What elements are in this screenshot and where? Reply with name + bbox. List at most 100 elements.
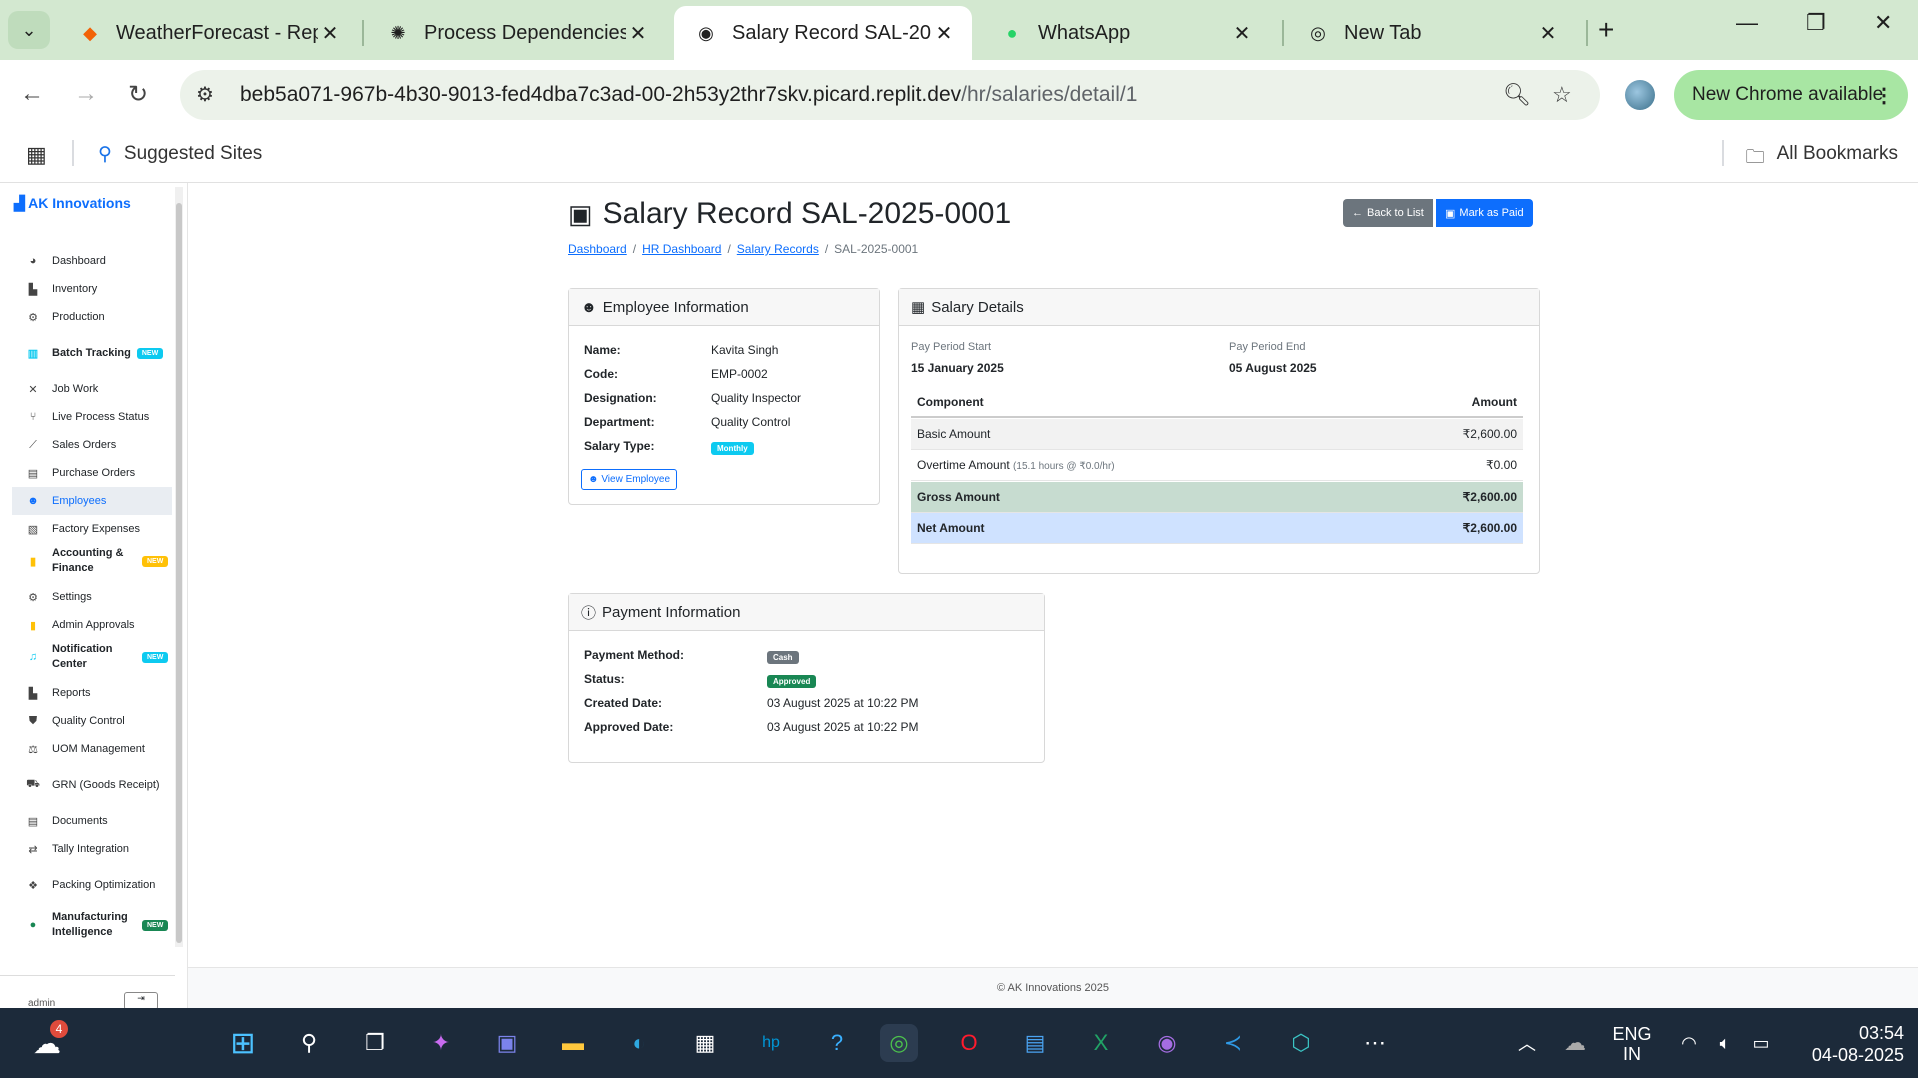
task-view-icon[interactable]: ❐ [356, 1024, 394, 1062]
site-info-icon[interactable]: ⚙ [196, 82, 214, 107]
address-bar[interactable]: ⚙ beb5a071-967b-4b30-9013-fed4dba7c3ad-0… [180, 70, 1600, 120]
breadcrumb-dashboard[interactable]: Dashboard [568, 242, 627, 256]
designation-label: Designation: [584, 391, 657, 405]
github-icon[interactable]: ◉ [1148, 1024, 1186, 1062]
sidebar-item-uom[interactable]: ⚖ UOM Management [12, 735, 172, 763]
teams-icon[interactable]: ▣ [488, 1024, 526, 1062]
store-icon[interactable]: ▦ [686, 1024, 724, 1062]
sidebar-item-inventory[interactable]: ▙ Inventory [12, 275, 172, 303]
tab-process[interactable]: ✺ Process Dependencies O ✕ [366, 6, 666, 60]
sidebar-item-grn[interactable]: ⛟ GRN (Goods Receipt) [12, 771, 172, 799]
approved-label: Approved Date: [584, 720, 674, 734]
breadcrumb-salary-records[interactable]: Salary Records [737, 242, 819, 256]
view-employee-button[interactable]: ☻ View Employee [581, 469, 678, 490]
vscode-icon[interactable]: ≺ [1214, 1024, 1252, 1062]
volume-icon[interactable]: 🔈︎ [1706, 1024, 1744, 1062]
sidebar-item-documents[interactable]: ▤ Documents [12, 807, 172, 835]
sidebar-item-reports[interactable]: ▙ Reports [12, 679, 172, 707]
file-explorer-icon[interactable]: ▬ [554, 1024, 592, 1062]
sidebar-item-accounting[interactable]: ▮ Accounting & Finance NEW [12, 543, 172, 579]
sidebar-item-job-work[interactable]: ✕ Job Work [12, 375, 172, 403]
chrome-icon[interactable]: ◎ [880, 1024, 918, 1062]
edge-icon[interactable]: ◐ [620, 1024, 658, 1062]
nav-label: Batch Tracking [52, 347, 131, 359]
nav-label: UOM Management [52, 743, 145, 755]
card-header: ⓘ Payment Information [569, 594, 1044, 631]
battery-icon[interactable]: ▭ [1742, 1024, 1780, 1062]
restore-button[interactable]: ❐ [1806, 10, 1826, 36]
app-icon[interactable]: ⬡ [1282, 1024, 1320, 1062]
opera-icon[interactable]: O [950, 1024, 988, 1062]
tab-search-button[interactable]: ⌄ [8, 11, 50, 49]
sidebar-item-factory-expenses[interactable]: ▧ Factory Expenses [12, 515, 172, 543]
wifi-icon[interactable]: ◠ [1670, 1024, 1708, 1062]
sidebar-item-quality-control[interactable]: ⛊ Quality Control [12, 707, 172, 735]
windows-start-icon[interactable]: ⊞ [224, 1024, 262, 1062]
chevron-up-icon[interactable]: ︿ [1508, 1024, 1546, 1062]
close-icon[interactable]: ✕ [1536, 21, 1560, 46]
sidebar-item-employees[interactable]: ☻ Employees [12, 487, 172, 515]
table-row: Overtime Amount (15.1 hours @ ₹0.0/hr) ₹… [911, 450, 1523, 481]
brand[interactable]: ▟ AK Innovations [14, 195, 131, 212]
apps-grid-icon[interactable]: ▦ [26, 142, 47, 168]
profile-avatar[interactable] [1625, 80, 1655, 110]
sidebar-item-live-process[interactable]: ⑂ Live Process Status [12, 403, 172, 431]
back-arrow-icon[interactable]: ← [20, 80, 44, 108]
mark-as-paid-button[interactable]: ▣ Mark as Paid [1436, 199, 1533, 227]
tab-salary-record[interactable]: ◉ Salary Record SAL-2025-0 ✕ [674, 6, 972, 60]
sidebar-item-manufacturing-intelligence[interactable]: ● Manufacturing Intelligence NEW [12, 907, 172, 943]
close-icon[interactable]: ✕ [318, 21, 342, 46]
sidebar-item-batch-tracking[interactable]: ▥ Batch Tracking NEW [12, 339, 172, 367]
close-icon[interactable]: ✕ [932, 21, 956, 46]
notepad-icon[interactable]: ▤ [1016, 1024, 1054, 1062]
help-icon[interactable]: ? [818, 1024, 856, 1062]
update-chrome-button[interactable]: New Chrome available ⋮ [1674, 70, 1908, 120]
back-to-list-button[interactable]: ← Back to List [1343, 199, 1433, 227]
palette-icon: ◕ [29, 255, 37, 267]
sidebar-item-dashboard[interactable]: ◕ Dashboard [12, 247, 172, 275]
language-indicator[interactable]: ENG IN [1604, 1024, 1660, 1064]
sidebar-item-purchase-orders[interactable]: ▤ Purchase Orders [12, 459, 172, 487]
tab-whatsapp[interactable]: ● WhatsApp ✕ [980, 6, 1270, 60]
all-bookmarks-button[interactable]: 🗀 All Bookmarks [1746, 143, 1898, 175]
nav-label: Sales Orders [52, 439, 117, 451]
tab-weather[interactable]: ◆ WeatherForecast - Replit ✕ [58, 6, 358, 60]
search-icon[interactable]: ⚲ [290, 1024, 328, 1062]
nav-label: Reports [52, 687, 91, 699]
copilot-icon[interactable]: ✦ [422, 1024, 460, 1062]
bookmarks-bar: ▦ ⚲ Suggested Sites 🗀 All Bookmarks [0, 130, 1918, 182]
sidebar-item-sales-orders[interactable]: ⟋ Sales Orders [12, 431, 172, 459]
payment-card: ⓘ Payment Information Payment Method: Cas… [568, 593, 1045, 763]
tab-new[interactable]: ◎ New Tab ✕ [1286, 6, 1576, 60]
clock[interactable]: 03:54 04-08-2025 [1796, 1022, 1904, 1066]
new-tab-button[interactable]: + [1598, 14, 1614, 46]
pay-end-label: Pay Period End [1229, 341, 1306, 353]
sidebar-item-packing[interactable]: ❖ Packing Optimization [12, 871, 172, 899]
more-apps-icon[interactable]: ⋯ [1356, 1024, 1394, 1062]
gears-icon: ⚙ [28, 311, 38, 324]
time: 03:54 [1858, 1023, 1904, 1043]
suggested-sites-bookmark[interactable]: ⚲ Suggested Sites [98, 143, 262, 166]
onedrive-icon[interactable]: ☁ [1556, 1024, 1594, 1062]
more-menu-icon[interactable]: ⋮ [1874, 83, 1894, 108]
close-icon[interactable]: ✕ [1230, 21, 1254, 46]
zoom-icon[interactable]: 🔍︎ [1503, 82, 1531, 108]
sidebar-item-production[interactable]: ⚙ Production [12, 303, 172, 331]
close-icon[interactable]: ✕ [626, 21, 650, 46]
excel-icon[interactable]: X [1082, 1024, 1120, 1062]
forward-arrow-icon[interactable]: → [74, 80, 98, 108]
sidebar-scrollbar-thumb[interactable] [176, 203, 182, 943]
minimize-button[interactable]: — [1736, 10, 1758, 36]
sidebar-item-settings[interactable]: ⚙ Settings [12, 583, 172, 611]
breadcrumb-hr-dashboard[interactable]: HR Dashboard [642, 242, 721, 256]
shield-icon: ⛊ [28, 714, 38, 727]
sidebar-item-notification-center[interactable]: ♫ Notification Center NEW [12, 639, 172, 675]
page-footer: © AK Innovations 2025 [188, 967, 1918, 1009]
reload-icon[interactable]: ↻ [128, 80, 148, 109]
star-icon[interactable]: ☆ [1552, 82, 1572, 108]
sidebar-item-tally[interactable]: ⇄ Tally Integration [12, 835, 172, 863]
sidebar-item-admin-approvals[interactable]: ▮ Admin Approvals [12, 611, 172, 639]
window-close-button[interactable]: ✕ [1874, 10, 1892, 36]
myhp-icon[interactable]: hp [752, 1024, 790, 1062]
tab-title: Salary Record SAL-2025-0 [732, 21, 932, 44]
